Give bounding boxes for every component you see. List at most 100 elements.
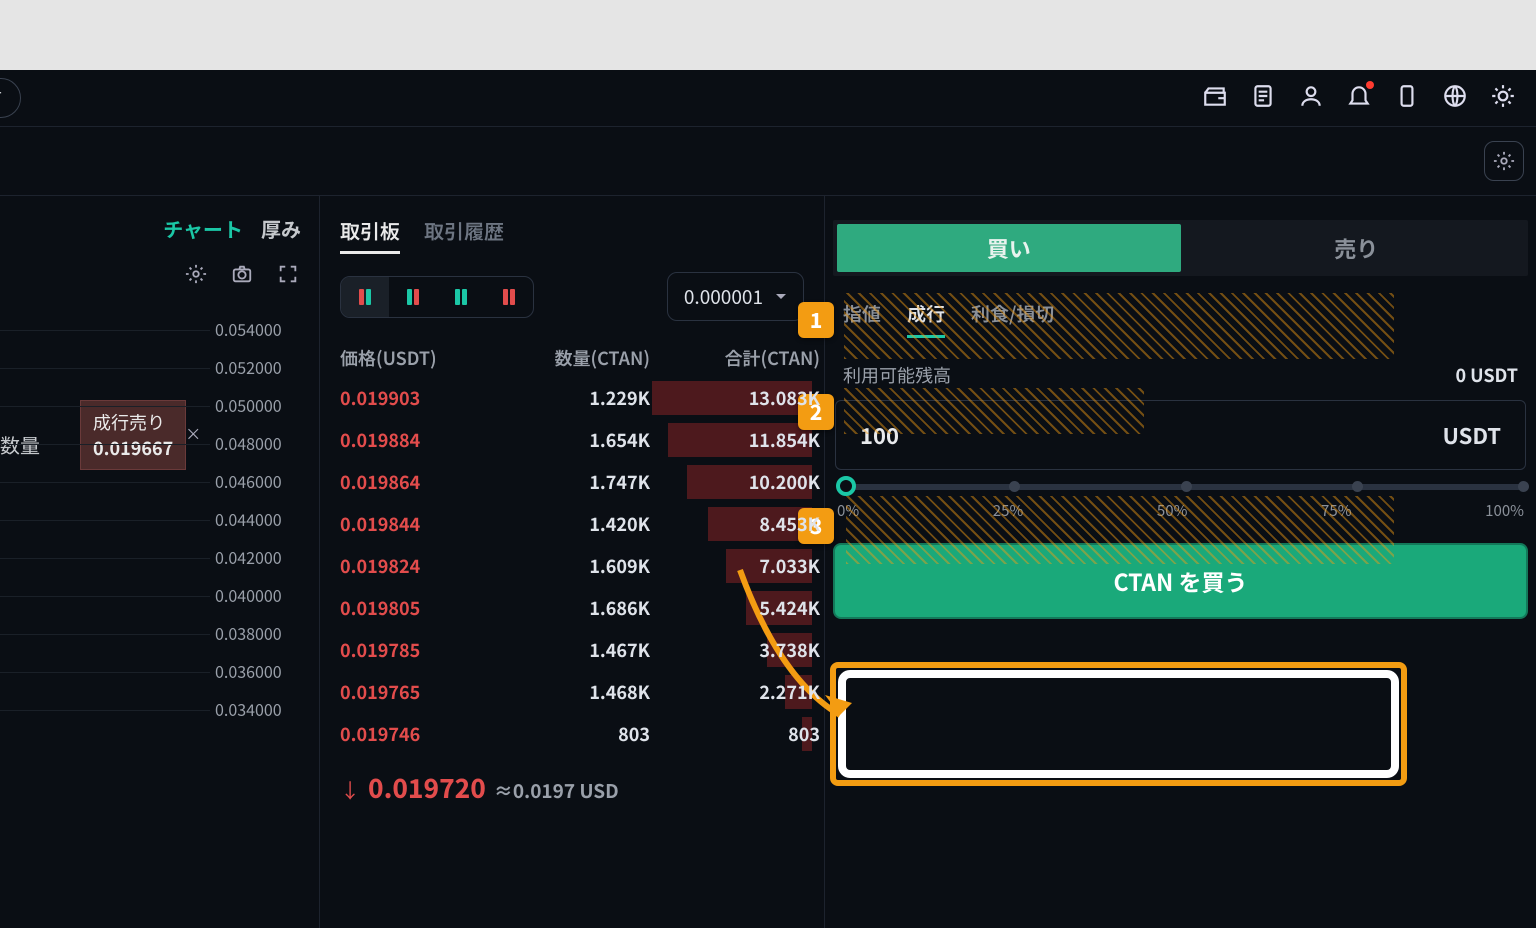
theme-icon[interactable] xyxy=(1490,83,1516,114)
orderbook-price: 0.019765 xyxy=(340,677,500,707)
orderbook-row[interactable]: 0.0198241.609K7.033K xyxy=(320,545,824,587)
orderbook-total: 803 xyxy=(650,719,820,749)
orderbook-total: 5.424K xyxy=(650,593,820,623)
orderbook-row[interactable]: 0.0199031.229K13.083K xyxy=(320,377,824,419)
price-tick: 0.044000 xyxy=(215,500,315,538)
sub-header xyxy=(0,126,1536,196)
precision-value: 0.000001 xyxy=(684,283,763,310)
slider-label: 100% xyxy=(1485,500,1524,521)
orderbook-qty: 1.468K xyxy=(500,677,650,707)
account-icon[interactable] xyxy=(1298,83,1324,114)
orderbook-price: 0.019884 xyxy=(340,425,500,455)
last-price-value: 0.019720 xyxy=(368,769,486,806)
slider-label: 75% xyxy=(1321,500,1351,521)
camera-icon[interactable] xyxy=(231,263,253,290)
price-tick: 0.040000 xyxy=(215,576,315,614)
pair-selector[interactable]: DT xyxy=(0,78,21,118)
orderbook-total: 7.033K xyxy=(650,551,820,581)
view-asks-button[interactable] xyxy=(485,277,533,317)
orderbook-price: 0.019903 xyxy=(340,383,500,413)
amount-input[interactable]: 100 USDT xyxy=(835,400,1526,470)
orderbook-row[interactable]: 0.0197851.467K3.738K xyxy=(320,629,824,671)
order-type-tabs: 指値 成行 利食/損切 xyxy=(833,276,1528,338)
price-tick: 0.050000 xyxy=(215,386,315,424)
balance-label: 利用可能残高 xyxy=(843,362,951,388)
orderbook-price: 0.019864 xyxy=(340,467,500,497)
orderbook-qty: 1.686K xyxy=(500,593,650,623)
slider-label: 25% xyxy=(993,500,1023,521)
orderbook-row[interactable]: 0.0197651.468K2.271K xyxy=(320,671,824,713)
tab-market[interactable]: 成行 xyxy=(907,300,945,338)
trade-panel: 買い 売り 指値 成行 利食/損切 利用可能残高 0 USDT 100 USDT xyxy=(825,196,1536,928)
orderbook-panel: 取引板 取引履歴 0.000001 価格(USDT) 数量(CTAN) 合計( xyxy=(320,196,825,928)
bell-icon[interactable] xyxy=(1346,83,1372,114)
view-both-button[interactable] xyxy=(341,277,389,317)
tab-limit[interactable]: 指値 xyxy=(843,300,881,338)
pair-label: DT xyxy=(0,85,2,111)
orderbook-total: 2.271K xyxy=(650,677,820,707)
buy-tab[interactable]: 買い xyxy=(837,224,1181,272)
orderbook-qty: 803 xyxy=(500,719,650,749)
price-tick: 0.048000 xyxy=(215,424,315,462)
orderbook-price: 0.019785 xyxy=(340,635,500,665)
chart-tooltip: 成行売り 0.019667 × xyxy=(80,400,186,470)
mobile-icon[interactable] xyxy=(1394,83,1420,114)
top-bar: DT xyxy=(0,70,1536,126)
orderbook-header: 価格(USDT) 数量(CTAN) 合計(CTAN) xyxy=(320,339,824,377)
tab-orderbook[interactable]: 取引板 xyxy=(340,216,400,254)
orderbook-view-buttons xyxy=(340,276,534,318)
orderbook-qty: 1.654K xyxy=(500,425,650,455)
orderbook-price: 0.019746 xyxy=(340,719,500,749)
price-tick: 0.054000 xyxy=(215,310,315,348)
orderbook-qty: 1.609K xyxy=(500,551,650,581)
orderbook-row[interactable]: 0.0198841.654K11.854K xyxy=(320,419,824,461)
sell-tab[interactable]: 売り xyxy=(1185,220,1529,276)
amount-value: 100 xyxy=(860,419,899,451)
price-tick: 0.034000 xyxy=(215,690,315,728)
slider-handle[interactable] xyxy=(836,476,856,496)
globe-icon[interactable] xyxy=(1442,83,1468,114)
chart-panel: チャート 厚み 数量 成行売り 0.019667 × 0.0540000.052… xyxy=(0,196,320,928)
view-bids-button[interactable] xyxy=(437,277,485,317)
tab-trade-history[interactable]: 取引履歴 xyxy=(424,216,504,254)
orderbook-row[interactable]: 0.0198441.420K8.453K xyxy=(320,503,824,545)
orderbook-qty: 1.229K xyxy=(500,383,650,413)
buy-submit-button[interactable]: CTAN を買う xyxy=(833,543,1528,619)
price-tick: 0.052000 xyxy=(215,348,315,386)
wallet-icon[interactable] xyxy=(1202,83,1228,114)
orderbook-qty: 1.747K xyxy=(500,467,650,497)
orders-icon[interactable] xyxy=(1250,83,1276,114)
chart-settings-icon[interactable] xyxy=(185,263,207,290)
amount-unit: USDT xyxy=(1443,419,1501,451)
close-icon[interactable]: × xyxy=(185,421,201,445)
header-qty: 数量(CTAN) xyxy=(500,345,650,371)
orderbook-total: 13.083K xyxy=(650,383,820,413)
slider-label: 50% xyxy=(1157,500,1187,521)
price-tick: 0.038000 xyxy=(215,614,315,652)
header-price: 価格(USDT) xyxy=(340,345,500,371)
tab-depth[interactable]: 厚み xyxy=(261,214,301,243)
orderbook-price: 0.019805 xyxy=(340,593,500,623)
price-tick: 0.046000 xyxy=(215,462,315,500)
tab-tpsl[interactable]: 利食/損切 xyxy=(971,300,1054,338)
orderbook-row[interactable]: 0.0198641.747K10.200K xyxy=(320,461,824,503)
fullscreen-icon[interactable] xyxy=(277,263,299,290)
orderbook-qty: 1.420K xyxy=(500,509,650,539)
header-total: 合計(CTAN) xyxy=(650,345,820,371)
orderbook-price: 0.019824 xyxy=(340,551,500,581)
amount-slider[interactable]: 0%25%50%75%100% xyxy=(833,484,1528,533)
precision-select[interactable]: 0.000001 xyxy=(667,272,804,321)
settings-button[interactable] xyxy=(1484,141,1524,181)
orderbook-total: 11.854K xyxy=(650,425,820,455)
price-down-icon: ↓ xyxy=(340,775,360,804)
tooltip-title: 成行売り xyxy=(93,409,173,435)
price-tick: 0.042000 xyxy=(215,538,315,576)
orderbook-row[interactable]: 0.0198051.686K5.424K xyxy=(320,587,824,629)
tab-chart[interactable]: チャート xyxy=(163,214,243,243)
chevron-down-icon xyxy=(775,293,787,301)
view-both-alt-button[interactable] xyxy=(389,277,437,317)
orderbook-qty: 1.467K xyxy=(500,635,650,665)
tooltip-price: 0.019667 xyxy=(93,435,173,461)
buy-sell-tabs: 買い 売り xyxy=(833,220,1528,276)
orderbook-row[interactable]: 0.019746803803 xyxy=(320,713,824,755)
